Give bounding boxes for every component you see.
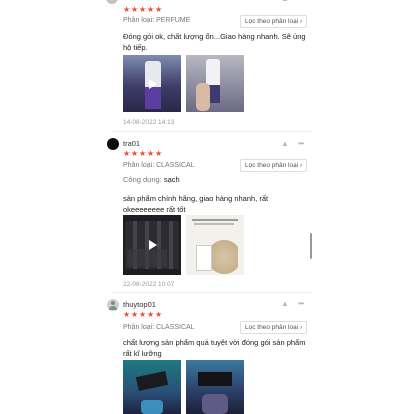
chevron-right-icon: › bbox=[299, 18, 303, 25]
more-icon[interactable]: ••• bbox=[298, 0, 304, 3]
star-icon: ★ bbox=[147, 149, 155, 158]
star-icon: ★ bbox=[131, 310, 139, 319]
attribute-value: sạch bbox=[163, 175, 180, 184]
review-photo[interactable] bbox=[186, 215, 244, 275]
rating-stars: ★ ★ ★ ★ ★ bbox=[123, 149, 163, 158]
more-icon[interactable]: ••• bbox=[298, 299, 304, 308]
divider bbox=[112, 292, 312, 293]
product-attribute: Công dụng: sạch bbox=[123, 174, 180, 185]
like-icon[interactable]: ▲ bbox=[281, 0, 289, 3]
review-list: ▲ ••• ★ ★ ★ ★ ★ Phân loại: PERFUME Lọc t… bbox=[0, 0, 414, 414]
review-text: chất lượng sản phẩm quá tuyệt vời đóng g… bbox=[123, 338, 306, 358]
filter-by-variant-button[interactable]: Lọc theo phân loại › bbox=[240, 159, 308, 172]
review-photo[interactable] bbox=[186, 360, 244, 414]
chevron-right-icon: › bbox=[299, 162, 303, 169]
more-icon[interactable]: ••• bbox=[298, 139, 304, 148]
star-icon: ★ bbox=[139, 149, 147, 158]
play-icon bbox=[149, 240, 157, 250]
review-photo[interactable] bbox=[186, 55, 244, 112]
avatar bbox=[107, 299, 119, 311]
filter-button-label: Lọc theo phân loại bbox=[245, 162, 299, 169]
star-icon: ★ bbox=[123, 5, 131, 14]
star-icon: ★ bbox=[139, 5, 147, 14]
review-timestamp: 14-08-2022 14:13 bbox=[123, 119, 175, 126]
review-photo[interactable] bbox=[123, 360, 181, 414]
chevron-right-icon: › bbox=[299, 324, 303, 331]
filter-by-variant-button[interactable]: Lọc theo phân loại › bbox=[240, 15, 308, 28]
rating-stars: ★ ★ ★ ★ ★ bbox=[123, 5, 163, 14]
filter-by-variant-button[interactable]: Lọc theo phân loại › bbox=[240, 321, 308, 334]
review-timestamp: 22-08-2022 10:07 bbox=[123, 281, 175, 288]
play-icon bbox=[149, 79, 157, 89]
star-icon: ★ bbox=[131, 5, 139, 14]
star-icon: ★ bbox=[155, 149, 163, 158]
variant-label: Phân loại: CLASSICAL bbox=[123, 162, 195, 169]
like-icon[interactable]: ▲ bbox=[281, 299, 289, 308]
star-icon: ★ bbox=[155, 5, 163, 14]
reviewer-name: tra01 bbox=[123, 139, 141, 148]
avatar bbox=[107, 138, 119, 150]
divider bbox=[112, 131, 312, 132]
star-icon: ★ bbox=[139, 310, 147, 319]
filter-button-label: Lọc theo phân loại bbox=[245, 324, 299, 331]
scrollbar[interactable] bbox=[310, 233, 312, 259]
star-icon: ★ bbox=[123, 310, 131, 319]
rating-stars: ★ ★ ★ ★ ★ bbox=[123, 310, 163, 319]
review-text: sản phẩm chính hãng, giao hàng nhanh, rấ… bbox=[123, 194, 269, 214]
star-icon: ★ bbox=[147, 5, 155, 14]
review-text: Đóng gói ok, chất lượng ổn...Giao hàng n… bbox=[123, 32, 306, 52]
filter-button-label: Lọc theo phân loại bbox=[245, 18, 299, 25]
reviewer-name: thuytop01 bbox=[123, 300, 156, 309]
attribute-label: Công dụng: bbox=[123, 175, 162, 184]
review-video-thumbnail[interactable] bbox=[123, 215, 181, 275]
avatar bbox=[106, 0, 118, 4]
review-video-thumbnail[interactable] bbox=[123, 55, 181, 112]
variant-label: Phân loại: PERFUME bbox=[123, 17, 191, 24]
star-icon: ★ bbox=[147, 310, 155, 319]
star-icon: ★ bbox=[155, 310, 163, 319]
star-icon: ★ bbox=[131, 149, 139, 158]
variant-label: Phân loại: CLASSICAL bbox=[123, 324, 195, 331]
star-icon: ★ bbox=[123, 149, 131, 158]
like-icon[interactable]: ▲ bbox=[281, 139, 289, 148]
